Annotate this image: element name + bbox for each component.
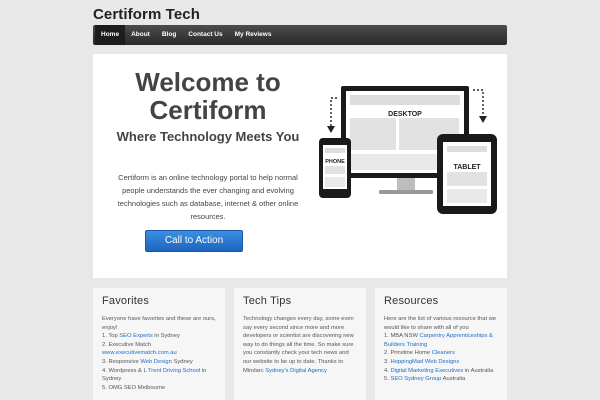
list-item-text: in Australia <box>463 367 494 374</box>
arrow-head-phone-icon <box>327 126 335 133</box>
tech-tips-title: Tech Tips <box>243 295 292 307</box>
site-title[interactable]: Certiform Tech <box>93 6 200 23</box>
favorites-list: 1. Top SEO Experts in Sydney 2. Executiv… <box>102 332 216 392</box>
list-item-link[interactable]: SEO Sydney Group <box>390 376 441 382</box>
list-item: 2. Prinstine Home Cleaners <box>384 349 498 358</box>
arrow-tablet-icon <box>473 89 484 116</box>
resources-title: Resources <box>384 295 439 307</box>
hero-title-line2: Certiform <box>149 95 267 125</box>
list-item-link[interactable]: Web Design <box>140 359 171 365</box>
list-item-link[interactable]: Cleaners <box>432 350 455 356</box>
tech-tips-link[interactable]: Sydney's Digital Agency <box>265 368 327 374</box>
list-item-text: 2. Prinstine Home <box>384 350 432 357</box>
favorites-intro: Everyone have favorites and these are ou… <box>102 316 216 331</box>
hero-title: Welcome to Certiform <box>93 68 323 124</box>
list-item: 4. Wordpress & L Trent Driving School in… <box>102 367 216 384</box>
list-item: 5. SEO Sydney Group Australia <box>384 375 498 384</box>
desktop-label: DESKTOP <box>388 111 422 118</box>
resources-intro: Here are the list of various resource th… <box>384 316 497 331</box>
list-item-text: 3. Responsive <box>102 358 141 365</box>
nav-item-blog[interactable]: Blog <box>156 25 182 45</box>
list-item-link[interactable]: Trent Driving School <box>148 368 200 374</box>
list-item-link[interactable]: SEO Experts <box>119 333 153 339</box>
list-item: 4. Digital Marketing Executives in Austr… <box>384 367 498 376</box>
list-item-text: 5. OMG SEO Melbourne <box>102 384 166 391</box>
list-item: 2. Executive Match www.executivematch.co… <box>102 341 216 358</box>
hero-section: Welcome to Certiform Where Technology Me… <box>93 54 507 278</box>
list-item-link[interactable]: www.executivematch.com.au <box>102 350 177 356</box>
tablet-label: TABLET <box>453 164 481 171</box>
list-item-link[interactable]: Digital Marketing Executives <box>390 368 463 374</box>
list-item-text: 1. Top <box>102 333 120 340</box>
list-item: 3. HoppingMad Web Designs <box>384 358 498 367</box>
resources-column: Resources Here are the list of various r… <box>375 288 507 400</box>
tech-tips-body: Technology changes every day, some even … <box>243 316 354 374</box>
list-item-text: in Sydney <box>152 333 180 340</box>
list-item-text: Sydney <box>171 358 193 365</box>
nav-item-my-reviews[interactable]: My Reviews <box>229 25 278 45</box>
tech-tips-column: Tech Tips Technology changes every day, … <box>234 288 366 400</box>
resources-list: 1. MBA NSW Carpentry Apprenticeships & B… <box>384 332 498 384</box>
list-item: 5. OMG SEO Melbourne <box>102 384 216 393</box>
list-item: 3. Responsive Web Design Sydney <box>102 358 216 367</box>
list-item-text: 1. MBA NSW <box>384 333 420 340</box>
favorites-column: Favorites Everyone have favorites and th… <box>93 288 225 400</box>
nav-item-home[interactable]: Home <box>95 25 126 45</box>
list-item-text: 4. Wordpress & L <box>102 367 148 374</box>
list-item-text: Australia <box>441 376 466 383</box>
list-item-link[interactable]: HoppingMad Web Designs <box>390 359 459 365</box>
favorites-title: Favorites <box>102 295 150 307</box>
tech-tips-text: Technology changes every day, some even … <box>243 315 357 375</box>
arrow-phone-icon <box>330 97 337 126</box>
list-item-text: 2. Executive Match <box>102 341 151 348</box>
main-nav: Home About Blog Contact Us My Reviews <box>93 25 507 45</box>
call-to-action-button[interactable]: Call to Action <box>145 230 243 252</box>
phone-label: PHONE <box>325 159 345 165</box>
nav-item-contact-us[interactable]: Contact Us <box>182 25 228 45</box>
list-item: 1. Top SEO Experts in Sydney <box>102 332 216 341</box>
nav-item-about[interactable]: About <box>125 25 156 45</box>
hero-description: Certiform is an online technology portal… <box>117 173 299 221</box>
hero-subtitle: Where Technology Meets You <box>116 129 300 144</box>
list-item: 1. MBA NSW Carpentry Apprenticeships & B… <box>384 332 498 349</box>
arrow-head-tablet-icon <box>479 116 487 123</box>
devices-illustration: DESKTOP TABLET PHONE <box>313 74 503 254</box>
hero-title-line1: Welcome to <box>135 67 281 97</box>
